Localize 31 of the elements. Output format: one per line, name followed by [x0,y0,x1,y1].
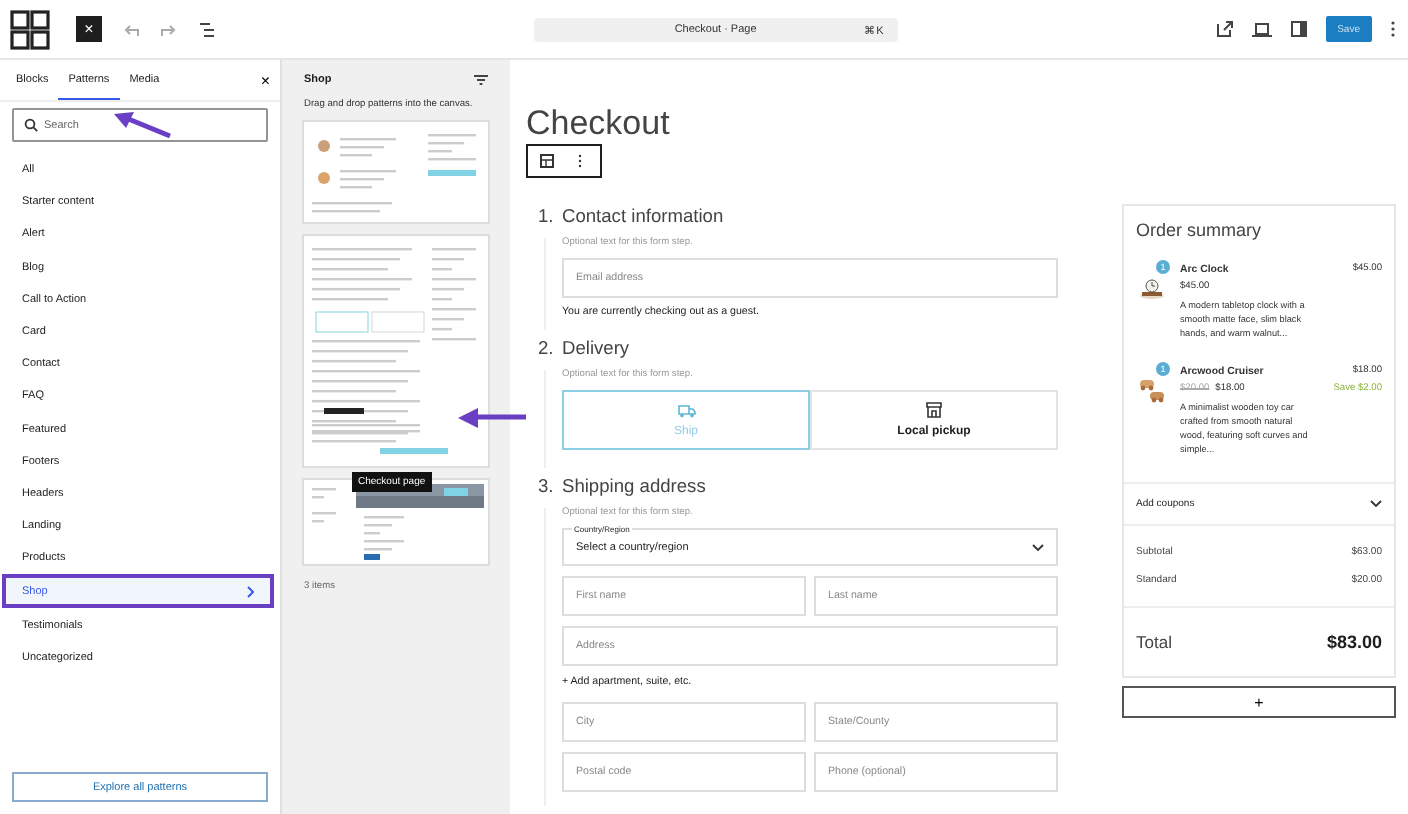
filter-icon[interactable] [474,74,488,86]
add-block-button[interactable]: + [1122,686,1396,718]
pattern-thumbnail[interactable] [304,122,488,222]
site-logo-icon[interactable] [8,7,52,51]
step-title: Shipping address [562,476,706,496]
truck-icon [677,403,695,417]
step-number: 2. [538,338,552,358]
annotation-arrow [456,408,528,428]
close-button[interactable]: × [260,71,270,89]
chevron-right-icon [246,585,254,598]
total-label: Total [1136,632,1172,652]
external-link-icon[interactable] [1215,20,1234,38]
chevron-down-icon [1370,500,1382,508]
desktop-icon[interactable] [1251,21,1272,37]
block-type-icon[interactable] [540,154,554,168]
chevron-down-icon [1032,543,1044,551]
step-number: 1. [538,206,552,226]
summary-title: Order summary [1134,218,1264,244]
pattern-thumbnail[interactable] [304,480,488,564]
sidebar-icon[interactable] [1289,20,1308,38]
step-title: Delivery [562,338,630,358]
list-view-icon[interactable] [198,21,216,37]
total-value: $83.00 [1326,632,1382,652]
annotation-arrow [110,112,174,140]
more-options-icon[interactable] [1390,20,1396,38]
step-number: 3. [538,476,552,496]
step-title: Contact information [562,206,724,226]
pattern-thumbnail[interactable] [304,236,488,466]
close-button[interactable]: × [76,16,102,42]
store-icon [926,402,942,418]
page-heading: Checkout [526,104,672,144]
